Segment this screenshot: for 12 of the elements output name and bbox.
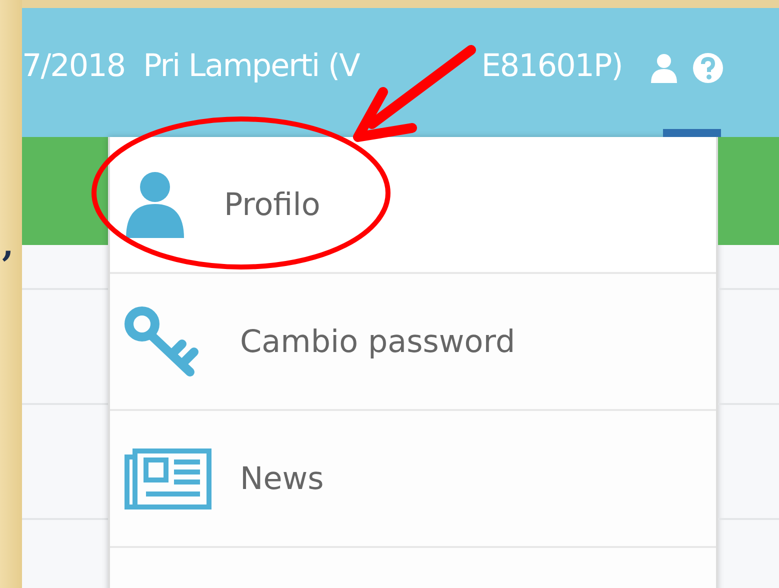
person-icon bbox=[124, 172, 186, 238]
menu-item[interactable]: Cambio password bbox=[110, 274, 716, 411]
user-code-text: E81601P) bbox=[481, 48, 622, 84]
newspaper-icon bbox=[124, 448, 212, 510]
slide-text-fragment: , bbox=[2, 228, 15, 262]
menu-item[interactable]: Profilo bbox=[110, 137, 716, 274]
key-icon bbox=[124, 306, 200, 378]
active-tab-indicator bbox=[663, 129, 721, 137]
help-icon[interactable] bbox=[692, 52, 724, 84]
user-name: Pri Lamperti (V bbox=[143, 48, 360, 84]
date-text: 7/2018 bbox=[22, 48, 126, 84]
menu-item[interactable]: News bbox=[110, 411, 716, 548]
